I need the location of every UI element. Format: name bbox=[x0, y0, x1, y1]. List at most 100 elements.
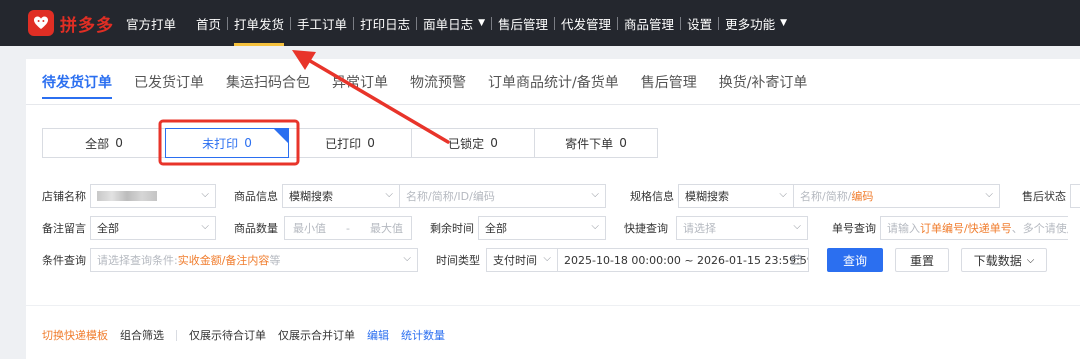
spec-info-input[interactable]: 名称/简称/编码 ⌵ bbox=[793, 184, 1000, 208]
input-placeholder: 等 bbox=[269, 254, 281, 267]
nav-label: 更多功能 bbox=[725, 16, 776, 32]
tab-product-stats[interactable]: 订单商品统计/备货单 bbox=[488, 59, 619, 105]
input-placeholder: 名称/简称/ID/编码 bbox=[406, 190, 495, 203]
nav-item-more[interactable]: 更多功能 ▼ bbox=[719, 0, 793, 46]
tab-exchange-resend[interactable]: 换货/补寄订单 bbox=[719, 59, 808, 105]
product-info-input[interactable]: 名称/简称/ID/编码 ⌵ bbox=[399, 184, 606, 208]
brand-name: 拼多多 bbox=[60, 15, 114, 36]
order-no-label: 单号查询 bbox=[832, 222, 876, 235]
combo-filter-link[interactable]: 组合筛选 bbox=[120, 327, 164, 343]
nav-item-waybill-log[interactable]: 面单日志 ▼ bbox=[417, 0, 491, 46]
nav-item-manual-order[interactable]: 手工订单 bbox=[291, 0, 353, 46]
status-locked[interactable]: 已锁定 0 bbox=[411, 128, 535, 158]
filter-row-1: 店铺名称 ⌵ 商品信息 模糊搜索 ⌵ 名称/简称/ID/编码 ⌵ 规格信息 模糊搜索… bbox=[42, 184, 1080, 208]
status-all[interactable]: 全部 0 bbox=[42, 128, 166, 158]
tab-aftersale[interactable]: 售后管理 bbox=[641, 59, 697, 105]
shop-name-redacted bbox=[97, 191, 157, 201]
stats-count-link[interactable]: 统计数量 bbox=[401, 327, 445, 343]
chevron-down-icon: ⌵ bbox=[543, 253, 551, 264]
chevron-down-icon: ⌵ bbox=[591, 221, 599, 232]
selected-corner-icon bbox=[274, 129, 288, 143]
nav-item-aftersale[interactable]: 售后管理 bbox=[492, 0, 554, 46]
nav-item-products[interactable]: 商品管理 bbox=[618, 0, 680, 46]
download-data-button[interactable]: 下载数据 ⌵ bbox=[961, 248, 1047, 272]
spec-search-mode-select[interactable]: 模糊搜索 ⌵ bbox=[678, 184, 794, 208]
time-type-label: 时间类型 bbox=[436, 254, 480, 267]
status-label: 寄件下单 bbox=[565, 136, 614, 151]
chevron-down-icon: ⌵ bbox=[201, 189, 209, 200]
select-value: 模糊搜索 bbox=[685, 190, 729, 203]
product-search-mode-select[interactable]: 模糊搜索 ⌵ bbox=[282, 184, 400, 208]
nav-label: 面单日志 bbox=[423, 16, 474, 32]
tab-shipped[interactable]: 已发货订单 bbox=[134, 59, 204, 105]
chevron-down-icon: ⌵ bbox=[779, 189, 787, 200]
only-pending-merge-toggle[interactable]: 仅展示待合订单 bbox=[189, 327, 266, 343]
chevron-down-icon: ⌵ bbox=[385, 189, 393, 200]
order-no-input[interactable]: 请输入订单编号/快递单号、多个请使用逗 bbox=[880, 216, 1068, 240]
nav-label: 打单发货 bbox=[234, 16, 285, 32]
time-left-label: 剩余时间 bbox=[430, 222, 474, 235]
nav-label: 打印日志 bbox=[360, 16, 411, 32]
nav-item-home[interactable]: 首页 bbox=[190, 0, 227, 46]
aftersale-status-select[interactable] bbox=[1070, 184, 1080, 208]
nav-label: 售后管理 bbox=[498, 16, 549, 32]
aftersale-status-label: 售后状态 bbox=[1022, 190, 1066, 203]
section-divider bbox=[26, 305, 1080, 306]
chevron-down-icon: ⌵ bbox=[985, 189, 993, 200]
filter-row-2: 备注留言 全部 ⌵ 商品数量 最小值 - 最大值 剩余时间 全部 ⌵ 快捷查询 请选… bbox=[42, 216, 1068, 240]
edit-link[interactable]: 编辑 bbox=[367, 327, 389, 343]
nav-item-print-log[interactable]: 打印日志 bbox=[354, 0, 416, 46]
main-nav: 官方打单 首页 打单发货 手工订单 打印日志 面单日志 ▼ 售后管理 代发管理 商… bbox=[120, 0, 793, 46]
nav-item-dropship[interactable]: 代发管理 bbox=[555, 0, 617, 46]
tab-consolidation-scan[interactable]: 集运扫码合包 bbox=[226, 59, 310, 105]
only-merged-toggle[interactable]: 仅展示合并订单 bbox=[278, 327, 355, 343]
brand-logo[interactable]: 拼多多 bbox=[28, 10, 114, 36]
quick-query-select[interactable]: 请选择 ⌵ bbox=[676, 216, 808, 240]
nav-label: 手工订单 bbox=[297, 16, 348, 32]
nav-item-print-ship[interactable]: 打单发货 bbox=[228, 0, 290, 46]
time-left-select[interactable]: 全部 ⌵ bbox=[478, 216, 606, 240]
input-placeholder: 、多个请使用逗 bbox=[1011, 222, 1068, 235]
status-shipping-order[interactable]: 寄件下单 0 bbox=[534, 128, 658, 158]
time-type-select[interactable]: 支付时间 ⌵ bbox=[486, 248, 558, 272]
shop-select[interactable]: ⌵ bbox=[90, 184, 216, 208]
product-qty-label: 商品数量 bbox=[234, 222, 278, 235]
nav-label: 首页 bbox=[196, 16, 222, 32]
caret-down-icon: ▼ bbox=[478, 18, 486, 28]
pinduoduo-logo-icon bbox=[28, 10, 54, 36]
chevron-down-icon: ⌵ bbox=[793, 221, 801, 232]
status-printed[interactable]: 已打印 0 bbox=[288, 128, 412, 158]
product-info-label: 商品信息 bbox=[234, 190, 278, 203]
qty-min-input[interactable]: 最小值 bbox=[293, 220, 326, 236]
status-label: 全部 bbox=[85, 136, 110, 151]
condition-query-select[interactable]: 请选择查询条件: 实收金额/备注内容等 ⌵ bbox=[90, 248, 418, 272]
date-range-picker[interactable]: 2025-10-18 00:00:00 ~ 2026-01-15 23:59:5… bbox=[557, 248, 809, 272]
status-count: 0 bbox=[115, 136, 123, 150]
tab-logistics-alert[interactable]: 物流预警 bbox=[410, 59, 466, 105]
shop-name-label: 店铺名称 bbox=[42, 190, 86, 203]
chevron-down-icon: ⌵ bbox=[201, 221, 209, 232]
order-toolbar: 切换快递模板 组合筛选 仅展示待合订单 仅展示合并订单 编辑 统计数量 bbox=[42, 327, 457, 343]
status-count: 0 bbox=[619, 136, 627, 150]
status-unprinted[interactable]: 未打印 0 bbox=[165, 128, 289, 158]
status-label: 未打印 bbox=[202, 136, 239, 151]
button-label: 下载数据 bbox=[973, 253, 1022, 268]
switch-express-template-link[interactable]: 切换快递模板 bbox=[42, 327, 108, 343]
tab-exception-orders[interactable]: 异常订单 bbox=[332, 59, 388, 105]
status-label: 已打印 bbox=[325, 136, 362, 151]
remark-select[interactable]: 全部 ⌵ bbox=[90, 216, 216, 240]
input-placeholder-highlight: 实收金额/备注内容 bbox=[177, 254, 270, 267]
quick-query-label: 快捷查询 bbox=[624, 222, 668, 235]
qty-max-input[interactable]: 最大值 bbox=[370, 220, 403, 236]
select-value: 全部 bbox=[97, 222, 119, 235]
product-qty-range: 最小值 - 最大值 bbox=[284, 216, 412, 240]
nav-item-official-print[interactable]: 官方打单 bbox=[120, 0, 182, 46]
nav-label: 官方打单 bbox=[126, 16, 177, 32]
nav-label: 代发管理 bbox=[561, 16, 612, 32]
select-value: 全部 bbox=[485, 222, 507, 235]
tab-pending-shipment[interactable]: 待发货订单 bbox=[42, 59, 112, 105]
query-button[interactable]: 查询 bbox=[827, 248, 883, 272]
toolbar-separator bbox=[176, 329, 177, 341]
nav-item-settings[interactable]: 设置 bbox=[681, 0, 718, 46]
reset-button[interactable]: 重置 bbox=[895, 248, 949, 272]
